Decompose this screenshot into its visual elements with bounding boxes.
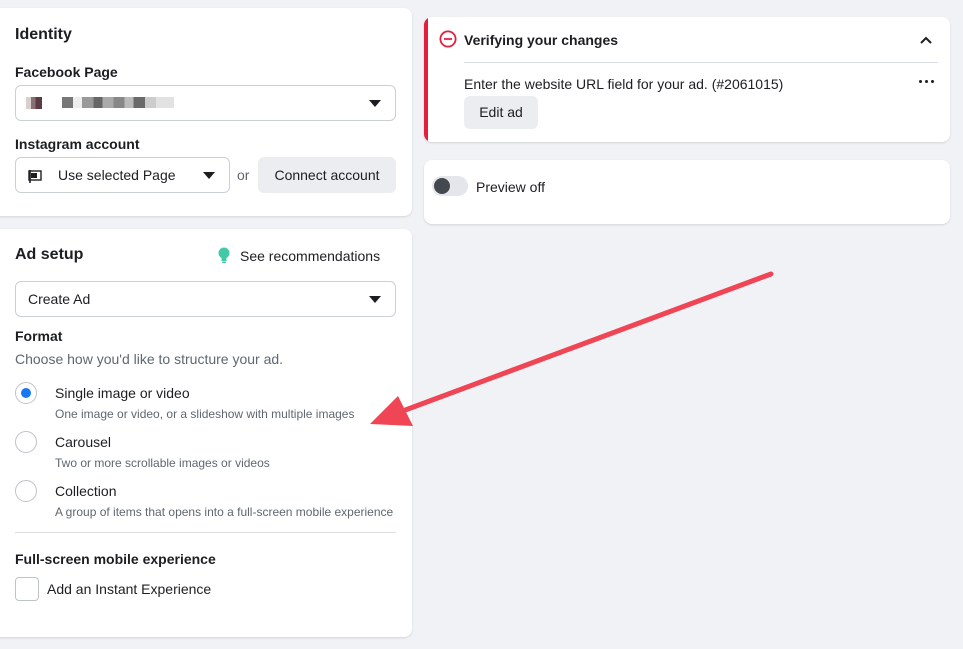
- create-ad-select[interactable]: Create Ad: [15, 281, 396, 317]
- radio-single-image-or-video[interactable]: [15, 382, 37, 404]
- connect-account-button[interactable]: Connect account: [258, 157, 396, 193]
- identity-heading: Identity: [15, 26, 72, 43]
- or-text: or: [237, 167, 250, 183]
- option-title: Carousel: [55, 434, 112, 450]
- chevron-down-icon: [369, 296, 381, 303]
- verification-title: Verifying your changes: [464, 32, 619, 48]
- see-recommendations-label: See recommendations: [240, 248, 381, 264]
- divider: [15, 532, 396, 533]
- create-ad-value: Create Ad: [28, 291, 91, 307]
- lightbulb-icon: [218, 247, 230, 263]
- ad-setup-card: Ad setup See recommendations Create Ad F…: [0, 229, 412, 637]
- radio-collection[interactable]: [15, 480, 37, 502]
- option-title: Collection: [55, 483, 117, 499]
- fullscreen-mobile-label: Full-screen mobile experience: [15, 551, 216, 567]
- chevron-down-icon: [203, 172, 215, 179]
- preview-toggle[interactable]: [432, 176, 468, 196]
- chevron-down-icon: [369, 100, 381, 107]
- option-description: A group of items that opens into a full-…: [55, 505, 394, 519]
- divider: [464, 62, 938, 63]
- verification-alert-card: Verifying your changes Enter the website…: [424, 17, 950, 142]
- ad-setup-heading: Ad setup: [15, 246, 84, 263]
- identity-card: Identity Facebook Page Instagram account…: [0, 8, 412, 216]
- format-label: Format: [15, 328, 63, 344]
- radio-carousel[interactable]: [15, 431, 37, 453]
- option-description: Two or more scrollable images or videos: [55, 456, 270, 470]
- instagram-account-label: Instagram account: [15, 136, 140, 152]
- verification-message: Enter the website URL field for your ad.…: [464, 76, 784, 92]
- instagram-account-value: Use selected Page: [58, 167, 176, 183]
- preview-card: Preview off: [424, 160, 950, 224]
- facebook-page-select[interactable]: [15, 85, 396, 121]
- facebook-page-label: Facebook Page: [15, 64, 118, 80]
- format-help-text: Choose how you'd like to structure your …: [15, 351, 284, 367]
- instant-experience-checkbox[interactable]: [15, 577, 39, 601]
- preview-label: Preview off: [476, 179, 545, 195]
- page-name-blurred: [62, 97, 174, 108]
- chevron-up-icon[interactable]: [919, 35, 933, 45]
- flag-icon: [28, 170, 42, 183]
- instagram-account-select[interactable]: Use selected Page: [15, 157, 230, 193]
- edit-ad-button[interactable]: Edit ad: [464, 96, 538, 129]
- error-minus-circle-icon: [439, 30, 457, 48]
- instant-experience-label: Add an Instant Experience: [47, 581, 212, 597]
- option-title: Single image or video: [55, 385, 190, 401]
- page-avatar-blurred: [26, 97, 42, 109]
- toggle-knob: [434, 178, 450, 194]
- more-horizontal-icon[interactable]: [917, 74, 937, 88]
- error-accent-bar: [424, 17, 428, 142]
- option-description: One image or video, or a slideshow with …: [55, 407, 355, 421]
